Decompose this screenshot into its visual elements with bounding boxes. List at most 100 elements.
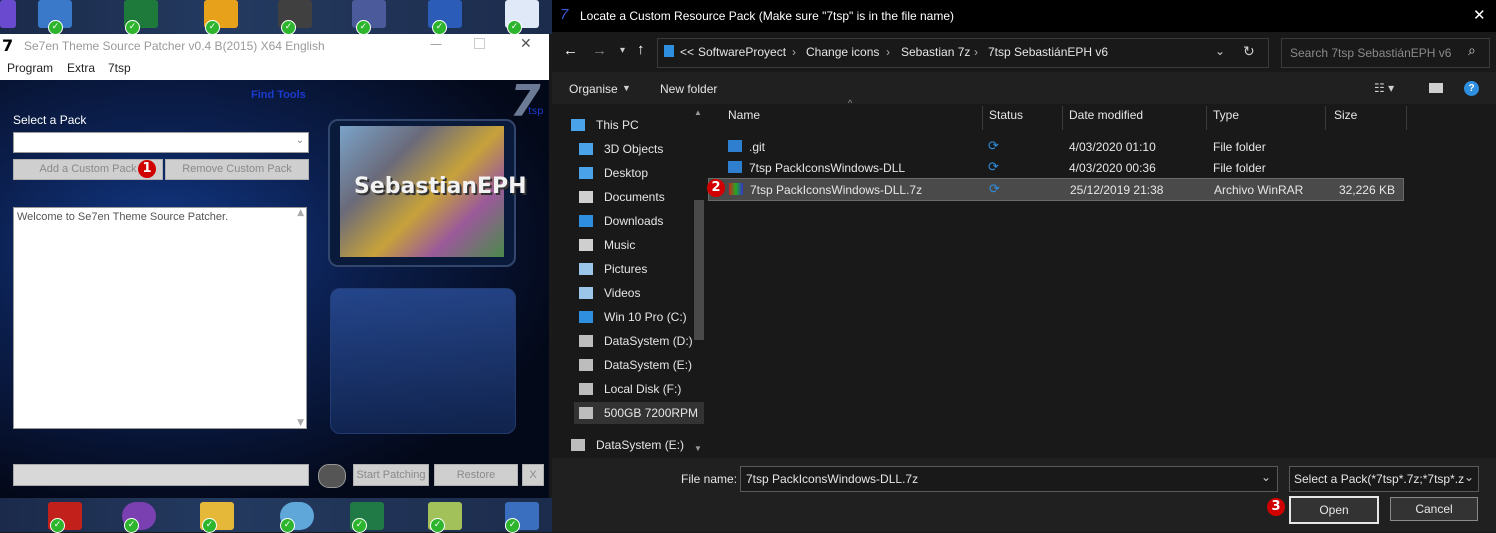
column-separator[interactable]	[1325, 106, 1326, 130]
dialog-app-icon: 7	[560, 6, 569, 23]
address-bar[interactable]: << SoftwareProyect › Change icons › Seba…	[657, 38, 1269, 68]
search-box[interactable]: Search 7tsp SebastiánEPH v6 ⌕	[1281, 38, 1490, 68]
nav-item-datasystem-e[interactable]: DataSystem (E:)	[566, 434, 696, 456]
nav-label: This PC	[596, 118, 639, 132]
breadcrumb-prefix[interactable]: <<	[680, 45, 694, 59]
close-x-button[interactable]: X	[522, 464, 544, 486]
find-tools-link[interactable]: Find Tools	[251, 89, 306, 101]
open-file-dialog: 7 Locate a Custom Resource Pack (Make su…	[552, 0, 1496, 532]
file-name-value: 7tsp PackIconsWindows-DLL.7z	[746, 472, 919, 486]
organise-button[interactable]: Organise	[569, 82, 618, 96]
breadcrumb-item[interactable]: Sebastian 7z	[901, 45, 970, 59]
nav-item[interactable]: Documents	[574, 186, 704, 208]
file-type: File folder	[1213, 161, 1266, 175]
chevron-down-icon: ▼	[622, 83, 631, 93]
scroll-down-icon[interactable]: ▼	[694, 444, 702, 453]
nav-item[interactable]: DataSystem (E:)	[574, 354, 704, 376]
nav-item[interactable]: 500GB 7200RPM	[574, 402, 704, 424]
nav-item[interactable]: DataSystem (D:)	[574, 330, 704, 352]
sync-check-icon: ✓	[125, 20, 140, 35]
close-button[interactable]: ✕	[520, 36, 532, 52]
nav-label: Videos	[604, 286, 641, 300]
file-date: 4/03/2020 00:36	[1069, 161, 1156, 175]
nav-label: 500GB 7200RPM	[604, 406, 699, 420]
column-name[interactable]: Name	[728, 108, 760, 130]
new-folder-button[interactable]: New folder	[660, 82, 717, 96]
column-type[interactable]: Type	[1213, 108, 1239, 130]
minimize-button[interactable]: —	[430, 37, 442, 51]
file-date: 4/03/2020 01:10	[1069, 140, 1156, 154]
nav-item[interactable]: Music	[574, 234, 704, 256]
up-button[interactable]: ↑	[637, 41, 645, 58]
help-icon[interactable]: ?	[1464, 81, 1479, 96]
nav-label: DataSystem (D:)	[604, 334, 693, 348]
recent-locations-button[interactable]: ▾	[620, 45, 625, 56]
menu-extra[interactable]: Extra	[67, 61, 95, 75]
column-date-modified[interactable]: Date modified	[1069, 108, 1143, 130]
column-size[interactable]: Size	[1334, 108, 1357, 130]
nav-item[interactable]: Downloads	[574, 210, 704, 232]
view-options-icon[interactable]: ☷ ▾	[1374, 81, 1394, 95]
nav-item[interactable]: Local Disk (F:)	[574, 378, 704, 400]
menu-bar: Program Extra 7tsp	[0, 58, 549, 80]
refresh-icon[interactable]: ↻	[1243, 43, 1255, 60]
nav-item[interactable]: 3D Objects	[574, 138, 704, 160]
desktop-background-bottom: ✓ ✓ ✓ ✓ ✓ ✓ ✓	[0, 498, 552, 533]
nav-label: Music	[604, 238, 636, 252]
scroll-up-icon[interactable]: ▲	[297, 208, 304, 218]
file-name-input[interactable]: 7tsp PackIconsWindows-DLL.7z ⌄	[740, 466, 1278, 492]
back-button[interactable]: ←	[563, 42, 578, 59]
column-separator[interactable]	[982, 106, 983, 130]
file-row[interactable]: 7tsp PackIconsWindows-DLL 4/03/2020 00:36…	[708, 157, 1402, 178]
sync-check-icon: ✓	[356, 20, 371, 35]
preview-text: SebastianEPH	[354, 174, 527, 199]
nav-item[interactable]: Videos	[574, 282, 704, 304]
app-icon[interactable]	[0, 0, 16, 28]
breadcrumb-item[interactable]: SoftwareProyect	[698, 45, 786, 59]
file-row[interactable]: 7tsp PackIconsWindows-DLL.7z 25/12/2019 2…	[708, 178, 1404, 201]
pictures-icon	[579, 263, 593, 275]
breadcrumb-item[interactable]: 7tsp SebastiánEPH v6	[988, 45, 1108, 59]
sync-check-icon: ✓	[507, 20, 522, 35]
open-button[interactable]: Open	[1289, 496, 1379, 524]
remove-custom-pack-button[interactable]: Remove Custom Pack	[165, 159, 309, 180]
nav-label: 3D Objects	[604, 142, 664, 156]
cancel-button[interactable]: Cancel	[1390, 497, 1478, 521]
dialog-close-button[interactable]: ✕	[1473, 6, 1486, 24]
chevron-down-icon: ⌄	[295, 135, 304, 146]
desktop-background-top: ✓ ✓ ✓ ✓ ✓ ✓ ✓	[0, 0, 552, 35]
file-type-filter-select[interactable]: Select a Pack(*7tsp*.7z;*7tsp*.zi ⌄	[1289, 466, 1479, 492]
column-status[interactable]: Status	[989, 108, 1023, 130]
maximize-button[interactable]	[474, 38, 485, 49]
nav-scrollbar-thumb[interactable]	[694, 200, 704, 340]
start-patching-button[interactable]: Start Patching	[353, 464, 429, 486]
file-row[interactable]: .git 4/03/2020 01:10 File folder ⟳	[708, 136, 1402, 157]
log-text: Welcome to Se7en Theme Source Patcher.	[17, 211, 229, 223]
sync-check-icon: ✓	[202, 518, 217, 533]
app-logo: 7	[2, 36, 14, 55]
breadcrumb-item[interactable]: Change icons	[806, 45, 879, 59]
pack-select[interactable]: ⌄	[13, 132, 309, 153]
scroll-down-icon[interactable]: ▼	[297, 418, 304, 428]
forward-button[interactable]: →	[592, 42, 607, 59]
scroll-up-icon[interactable]: ▲	[694, 108, 702, 117]
nav-item[interactable]: Win 10 Pro (C:)	[574, 306, 704, 328]
menu-7tsp[interactable]: 7tsp	[108, 61, 131, 75]
column-separator[interactable]	[1406, 106, 1407, 130]
menu-program[interactable]: Program	[7, 61, 53, 75]
preview-pane-icon[interactable]	[1429, 83, 1443, 93]
file-date: 25/12/2019 21:38	[1070, 183, 1164, 197]
column-separator[interactable]	[1206, 106, 1207, 130]
patch-gear-icon[interactable]	[318, 464, 346, 488]
title-bar[interactable]: 7 Se7en Theme Source Patcher v0.4 B(2015…	[0, 34, 549, 58]
search-icon[interactable]: ⌕	[1468, 42, 1476, 59]
nav-item[interactable]: Pictures	[574, 258, 704, 280]
column-separator[interactable]	[1062, 106, 1063, 130]
chevron-down-icon[interactable]: ⌄	[1215, 44, 1225, 58]
nav-item-this-pc[interactable]: This PC	[566, 114, 696, 136]
brand-sub: tsp	[528, 106, 544, 117]
nav-item[interactable]: Desktop	[574, 162, 704, 184]
restore-button[interactable]: Restore	[434, 464, 518, 486]
log-textarea[interactable]: Welcome to Se7en Theme Source Patcher. ▲…	[13, 207, 307, 429]
dialog-title-bar[interactable]: 7 Locate a Custom Resource Pack (Make su…	[552, 0, 1496, 32]
